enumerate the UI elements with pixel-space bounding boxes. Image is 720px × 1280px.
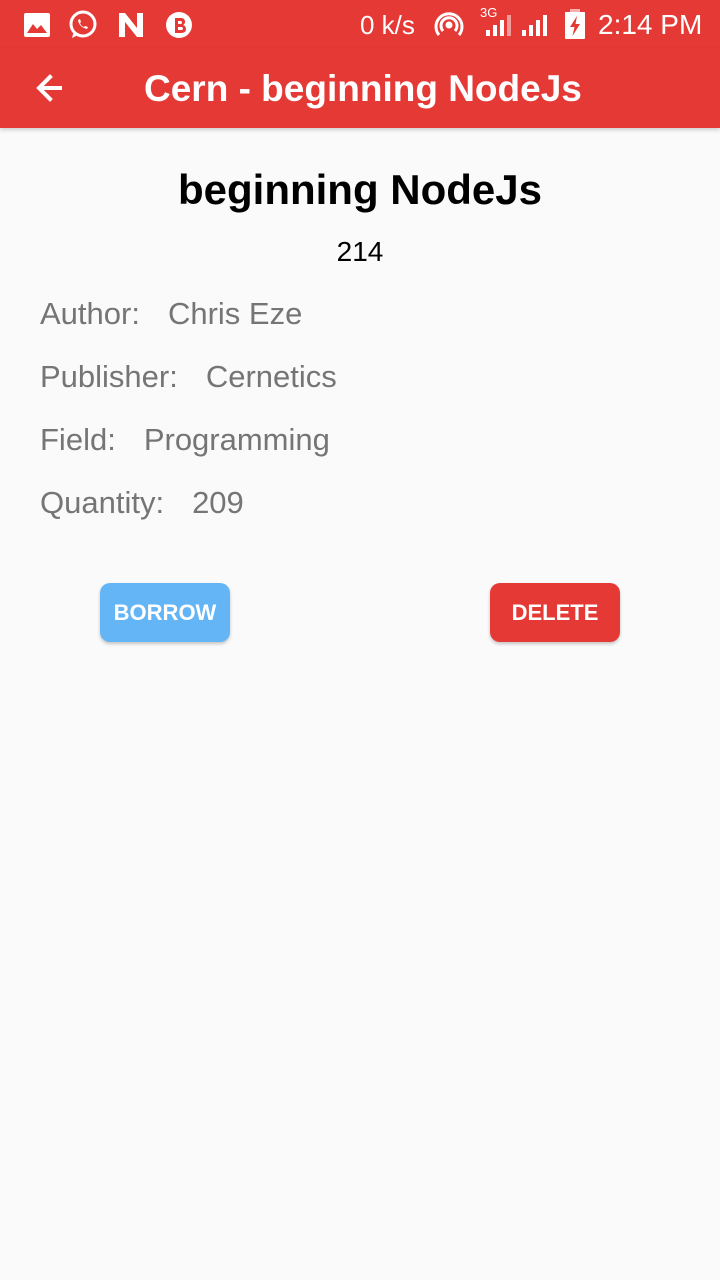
book-title: beginning NodeJs (177, 166, 542, 213)
battery-charging-icon (565, 9, 585, 39)
borrow-button[interactable]: BORROW (100, 583, 230, 642)
arrow-left-icon[interactable] (30, 66, 74, 110)
gallery-icon (24, 13, 50, 37)
status-bar: 0 k/s 3G 2:14 PM (0, 0, 720, 48)
network-speed: 0 k/s (360, 10, 415, 40)
book-id: 214 (336, 236, 384, 267)
field-value: Programming (143, 422, 330, 457)
app-bar: Cern - beginning NodeJs (0, 48, 720, 128)
page-title: Cern - beginning NodeJs (144, 68, 582, 109)
publisher-row: Publisher: Cernetics (40, 359, 337, 395)
author-label: Author: (40, 296, 140, 331)
signal-icon-2 (522, 15, 547, 36)
quantity-label: Quantity: (40, 485, 165, 520)
n-app-icon (119, 13, 143, 37)
status-time: 2:14 PM (598, 9, 703, 40)
field-label: Field: (40, 422, 116, 457)
hotspot-icon (434, 12, 464, 36)
quantity-value: 209 (192, 485, 244, 520)
publisher-value: Cernetics (205, 359, 337, 394)
b-app-icon (166, 12, 192, 38)
author-value: Chris Eze (167, 296, 303, 331)
delete-button[interactable]: DELETE (490, 583, 620, 642)
signal-icon (486, 15, 511, 36)
quantity-row: Quantity: 209 (40, 485, 244, 521)
field-row: Field: Programming (40, 422, 330, 458)
whatsapp-icon (69, 10, 97, 38)
publisher-label: Publisher: (40, 359, 178, 394)
author-row: Author: Chris Eze (40, 296, 302, 332)
